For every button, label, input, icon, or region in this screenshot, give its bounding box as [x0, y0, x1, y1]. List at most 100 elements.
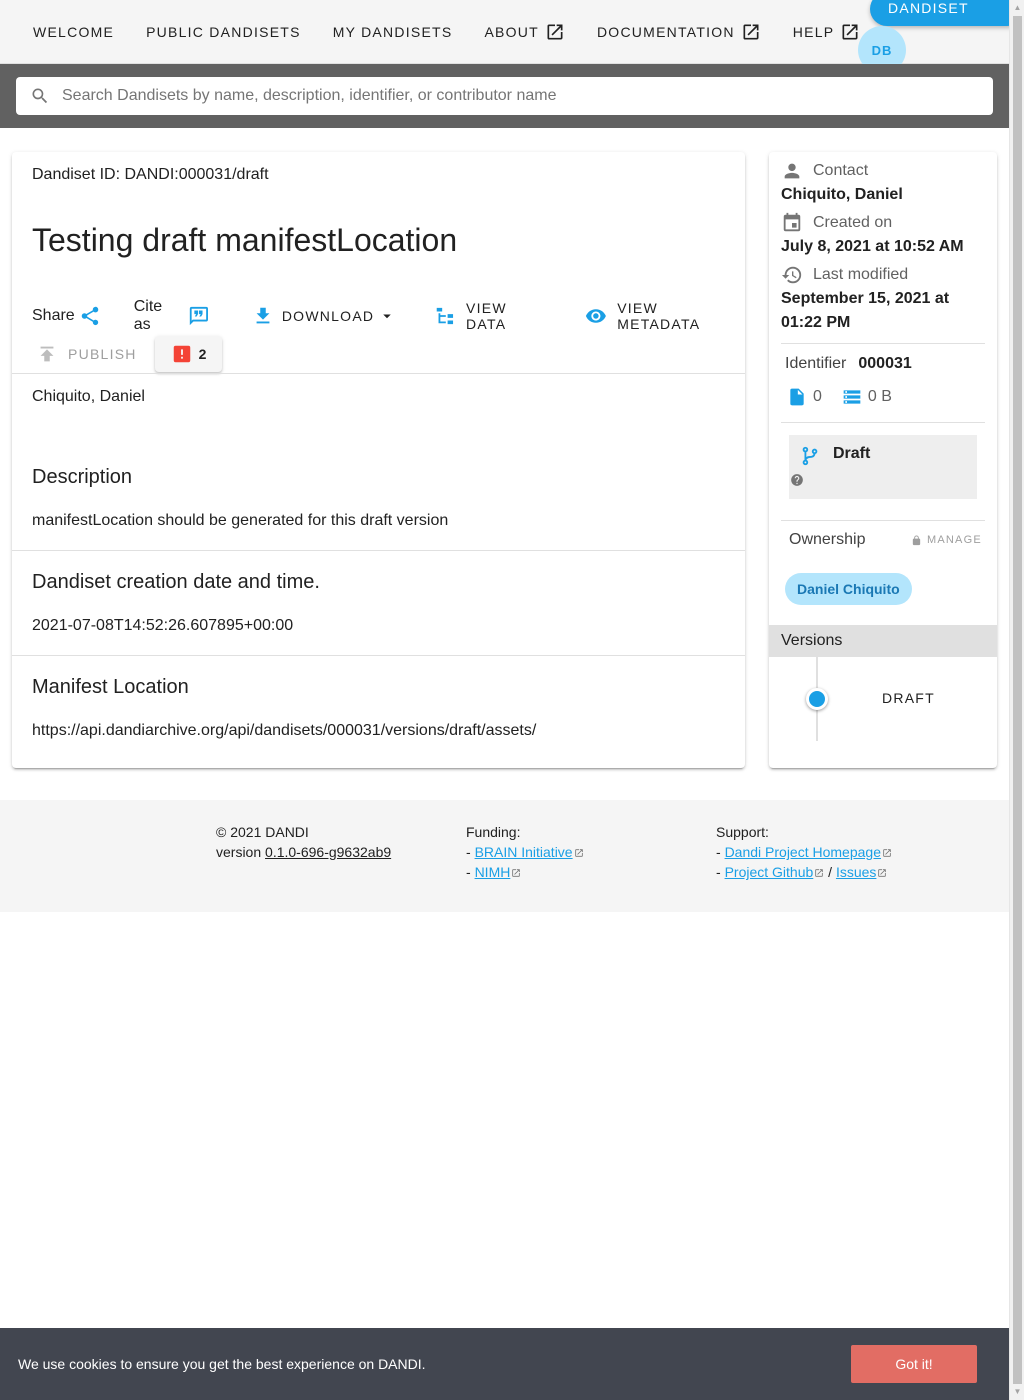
versions-heading: Versions	[769, 625, 997, 657]
alert-box-icon	[173, 345, 190, 363]
issues-link[interactable]: Issues	[836, 864, 876, 880]
chevron-down-icon	[383, 314, 392, 319]
version-line: version 0.1.0-696-g9632ab9	[216, 842, 391, 862]
external-link-icon	[842, 24, 858, 39]
download-icon	[256, 307, 270, 324]
scrollbar-thumb[interactable]	[1013, 16, 1022, 1384]
nav-welcome-label: Welcome	[33, 23, 115, 40]
contributors: Chiquito, Daniel	[32, 388, 145, 405]
cite-button[interactable]: Cite as	[134, 298, 210, 334]
external-link-icon	[883, 849, 891, 857]
manifest-location-heading: Manifest Location	[32, 676, 189, 698]
eye-icon	[586, 309, 607, 323]
nav-my-dandisets-label: My Dandisets	[332, 23, 453, 40]
contact-label-row: Contact	[781, 160, 868, 182]
nimh-link[interactable]: NIMH	[475, 864, 511, 880]
download-button[interactable]: Download	[252, 298, 396, 334]
nav-public-dandisets[interactable]: Public Dandisets	[130, 14, 317, 50]
dandi-homepage-link[interactable]: Dandi Project Homepage	[725, 844, 881, 860]
publish-row: Publish 2	[32, 336, 223, 372]
view-metadata-button[interactable]: View Metadata	[585, 298, 745, 334]
help-circle-icon[interactable]	[790, 473, 804, 487]
footer: © 2021 DANDI version 0.1.0-696-g9632ab9 …	[0, 800, 1009, 912]
footer-funding-column: Funding: - BRAIN Initiative - NIMH	[466, 822, 584, 882]
divider	[12, 550, 745, 551]
contact-value: Chiquito, Daniel	[781, 186, 903, 203]
nav-welcome[interactable]: Welcome	[17, 14, 130, 50]
scroll-down-arrow-icon[interactable]: ▼	[1013, 1387, 1022, 1397]
scroll-up-arrow-icon[interactable]: ▲	[1013, 3, 1022, 13]
file-icon	[790, 388, 804, 406]
cookie-banner: We use cookies to ensure you get the bes…	[0, 1328, 1009, 1400]
footer-support-column: Support: - Dandi Project Homepage - Proj…	[716, 822, 892, 882]
funding-line-1: - BRAIN Initiative	[466, 842, 584, 862]
creation-date-value: 2021-07-08T14:52:26.607895+00:00	[32, 617, 294, 634]
project-github-link[interactable]: Project Github	[725, 864, 814, 880]
divider	[781, 343, 985, 344]
validation-issues-button[interactable]: 2	[154, 336, 223, 372]
manage-owners-button[interactable]: Manage	[911, 534, 982, 546]
dandiset-metadata-sidebar: Contact Chiquito, Daniel Created on July…	[769, 152, 997, 768]
version-draft-button[interactable]: Draft	[882, 690, 935, 706]
brain-initiative-link[interactable]: BRAIN Initiative	[475, 844, 573, 860]
calendar-icon	[783, 212, 801, 232]
description-text: manifestLocation should be generated for…	[32, 512, 449, 529]
publish-button[interactable]: Publish	[32, 336, 137, 372]
manifest-location-value: https://api.dandiarchive.org/api/dandise…	[32, 722, 537, 739]
identifier-row: Identifier 000031	[785, 355, 912, 373]
bullet: -	[716, 864, 721, 880]
created-value: July 8, 2021 at 10:52 AM	[781, 238, 964, 255]
external-link-icon	[815, 869, 824, 877]
funding-label: Funding:	[466, 824, 521, 840]
modified-label: Last modified	[813, 266, 909, 283]
file-count: 0	[813, 388, 822, 405]
database-icon	[843, 390, 861, 404]
bullet: -	[466, 844, 471, 860]
view-data-button[interactable]: View Data	[434, 298, 551, 334]
nav-public-dandisets-label: Public Dandisets	[146, 23, 301, 40]
identifier-value: 000031	[858, 355, 912, 372]
description-heading: Description	[32, 466, 133, 488]
share-button[interactable]: Share	[32, 298, 101, 334]
separator: /	[828, 864, 833, 880]
bullet: -	[716, 844, 721, 860]
owner-chip[interactable]: Daniel Chiquito	[785, 573, 912, 605]
version-status: Draft	[833, 445, 871, 462]
search-band	[0, 64, 1009, 128]
version-link[interactable]: 0.1.0-696-g9632ab9	[265, 844, 391, 860]
nav-my-dandisets[interactable]: My Dandisets	[317, 14, 469, 50]
dandiset-title: Testing draft manifestLocation	[32, 222, 458, 258]
cookie-message: We use cookies to ensure you get the bes…	[18, 1356, 426, 1372]
nav-help-label: Help	[792, 23, 835, 40]
download-label: Download	[281, 308, 375, 324]
file-tree-icon	[436, 307, 454, 325]
divider	[12, 655, 745, 656]
total-size: 0 B	[867, 388, 892, 405]
search-box	[16, 77, 993, 115]
created-label-row: Created on	[781, 212, 892, 234]
nav-documentation[interactable]: Documentation	[581, 14, 777, 50]
nav-about[interactable]: About	[468, 14, 580, 50]
search-input[interactable]	[62, 87, 962, 105]
divider	[12, 373, 745, 374]
person-icon	[784, 163, 800, 179]
asset-stats: 0 0 B	[787, 386, 892, 408]
external-link-icon	[512, 869, 521, 877]
share-icon	[81, 306, 98, 326]
publish-icon	[40, 346, 54, 362]
bullet: -	[466, 864, 471, 880]
page-scrollbar[interactable]: ▲ ▼	[1009, 0, 1024, 1400]
issue-count: 2	[198, 346, 207, 362]
created-label: Created on	[813, 214, 893, 231]
new-dandiset-button[interactable]: New Dandiset	[870, 0, 1024, 26]
support-label: Support:	[716, 824, 769, 840]
creation-date-heading: Dandiset creation date and time.	[32, 571, 320, 593]
format-quote-icon	[189, 306, 208, 326]
history-icon	[781, 266, 802, 284]
cite-label: Cite as	[133, 298, 163, 333]
external-link-icon	[547, 24, 563, 39]
cookie-accept-button[interactable]: Got it!	[851, 1345, 977, 1383]
support-line-1: - Dandi Project Homepage	[716, 842, 892, 862]
nav-documentation-label: Documentation	[596, 23, 735, 40]
contact-label: Contact	[813, 162, 869, 179]
